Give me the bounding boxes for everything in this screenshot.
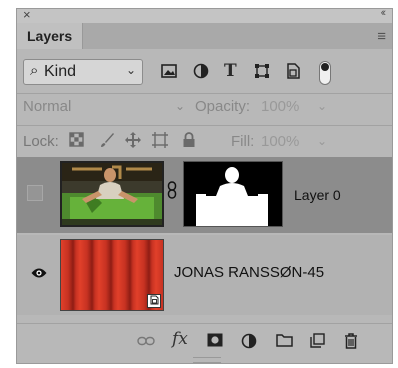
lock-row: Lock: Fill: 100% ⌄ xyxy=(17,127,392,157)
filter-toggle-switch[interactable] xyxy=(319,61,331,85)
divider xyxy=(17,125,392,126)
kind-filter-select[interactable]: ⌕ Kind ⌄ xyxy=(23,59,143,85)
layers-panel: × ‹‹ Layers ≡ ⌕ Kind ⌄ T Normal ⌄ Opacit… xyxy=(16,7,393,364)
link-mask-icon[interactable] xyxy=(167,181,177,204)
layer-row-layer-0[interactable]: Layer 0 xyxy=(17,157,392,233)
lock-all-icon[interactable] xyxy=(182,132,196,153)
link-layers-icon[interactable] xyxy=(137,333,155,351)
chevron-down-icon: ⌄ xyxy=(175,99,186,113)
blend-mode-select[interactable]: Normal xyxy=(23,98,71,115)
smart-object-badge-icon xyxy=(147,294,161,308)
chevron-down-icon: ⌄ xyxy=(317,99,328,113)
add-mask-icon[interactable] xyxy=(207,333,223,352)
panel-title-bar: × ‹‹ xyxy=(17,7,392,23)
visibility-toggle[interactable] xyxy=(27,185,43,201)
layer-name[interactable]: Layer 0 xyxy=(294,187,341,203)
adjustment-filter-icon[interactable] xyxy=(193,63,209,84)
shape-filter-icon[interactable] xyxy=(254,63,270,84)
resize-grip[interactable] xyxy=(193,357,221,363)
opacity-field[interactable]: 100% xyxy=(261,98,299,115)
lock-transparent-pixels-icon[interactable] xyxy=(69,132,84,152)
image-filter-icon[interactable] xyxy=(161,63,177,83)
lock-artboard-icon[interactable] xyxy=(152,132,168,153)
chevron-down-icon: ⌄ xyxy=(317,134,328,148)
filter-row: ⌕ Kind ⌄ T xyxy=(17,53,392,93)
kind-filter-label: Kind xyxy=(44,63,77,80)
layer-thumbnail[interactable] xyxy=(60,239,164,311)
type-filter-icon[interactable]: T xyxy=(224,61,237,81)
fill-field[interactable]: 100% xyxy=(261,133,299,150)
fill-label: Fill: xyxy=(231,133,255,150)
tab-layers[interactable]: Layers xyxy=(17,23,84,49)
close-panel-button[interactable]: × xyxy=(23,7,31,22)
opacity-label: Opacity: xyxy=(195,98,251,115)
new-group-icon[interactable] xyxy=(276,333,293,352)
layers-empty-area xyxy=(17,315,392,323)
fx-icon[interactable]: fx xyxy=(172,330,188,348)
layer-row-jonas-ranssen[interactable]: JONAS RANSSØN-45 xyxy=(17,235,392,315)
lock-position-icon[interactable] xyxy=(125,132,141,153)
tab-row: Layers ≡ xyxy=(17,23,392,49)
lock-label: Lock: xyxy=(23,133,59,150)
adjustment-layer-icon[interactable] xyxy=(241,333,257,354)
eye-icon[interactable] xyxy=(31,266,47,278)
collapse-panel-button[interactable]: ‹‹ xyxy=(381,7,387,19)
bottom-toolbar: fx xyxy=(17,323,392,361)
smart-object-filter-icon[interactable] xyxy=(285,63,301,84)
lock-image-pixels-icon[interactable] xyxy=(99,132,115,153)
panel-menu-icon[interactable]: ≡ xyxy=(377,28,386,45)
search-icon: ⌕ xyxy=(30,62,39,79)
new-layer-icon[interactable] xyxy=(310,333,325,353)
chevron-down-icon: ⌄ xyxy=(125,63,136,77)
layer-name[interactable]: JONAS RANSSØN-45 xyxy=(174,264,324,281)
delete-layer-icon[interactable] xyxy=(344,333,358,354)
layer-thumbnail[interactable] xyxy=(60,161,164,227)
layer-mask-thumbnail[interactable] xyxy=(183,161,283,227)
blend-row: Normal ⌄ Opacity: 100% ⌄ xyxy=(17,93,392,125)
